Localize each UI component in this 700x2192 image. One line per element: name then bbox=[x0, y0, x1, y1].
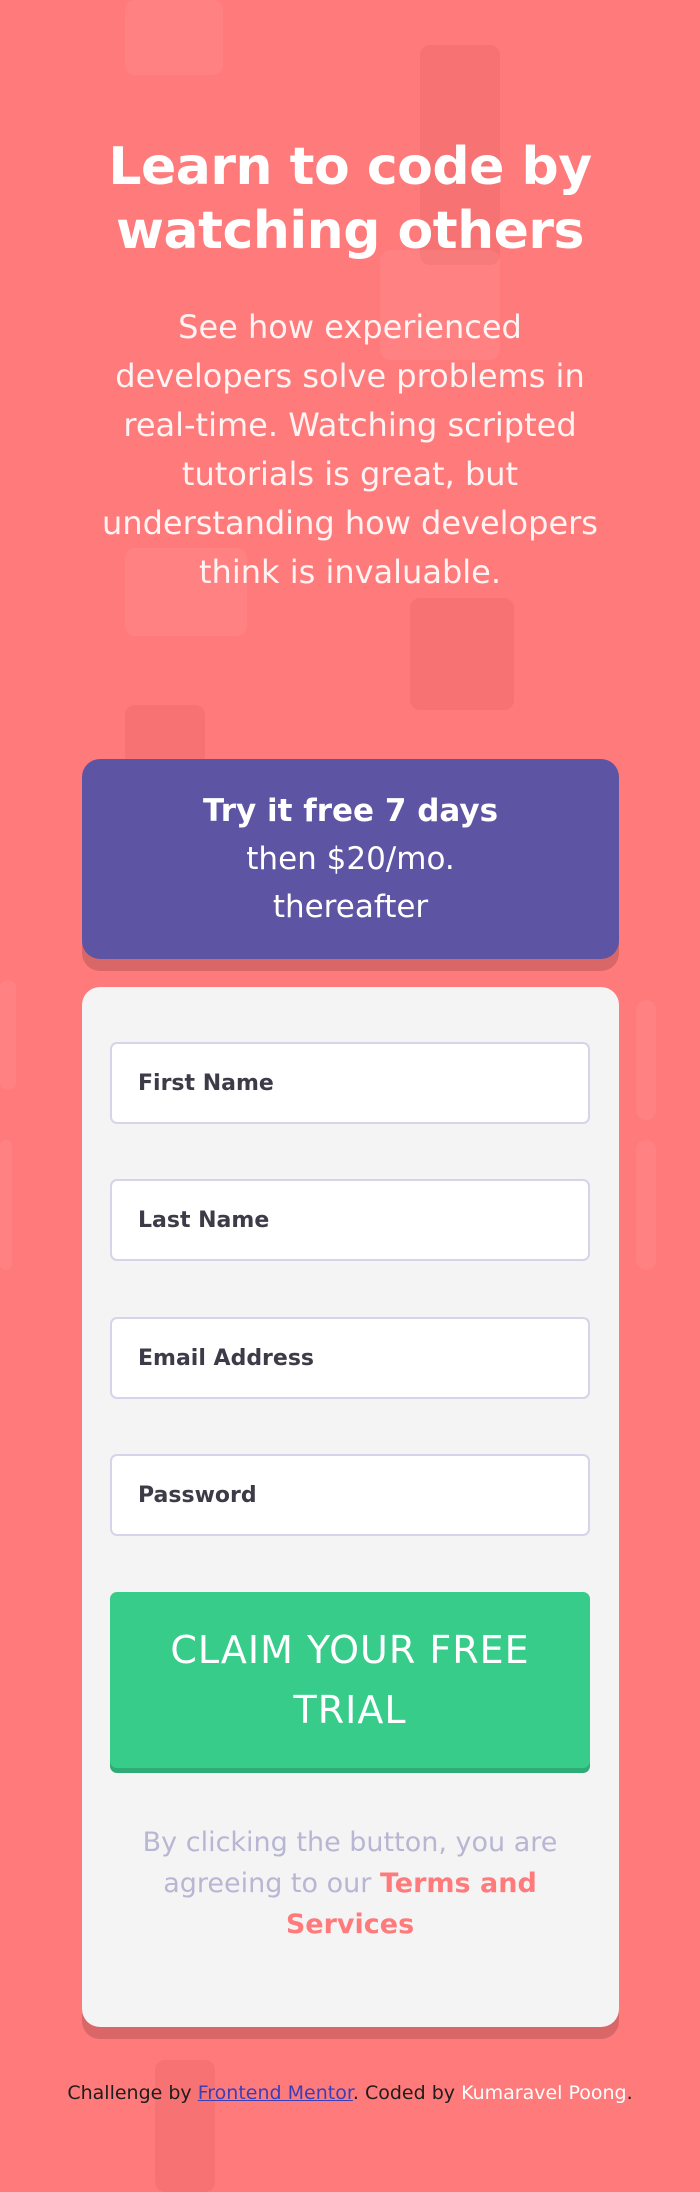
footer-suffix: . bbox=[626, 2082, 633, 2104]
author-name: Kumaravel Poong bbox=[461, 2082, 627, 2104]
offer-price-text: then $20/mo. thereafter bbox=[246, 841, 455, 925]
terms-notice: By clicking the button, you are agreeing… bbox=[110, 1822, 590, 1945]
footer-prefix: Challenge by bbox=[67, 2082, 192, 2104]
attribution-footer: Challenge by Frontend Mentor. Coded by K… bbox=[0, 2082, 700, 2104]
password-input[interactable] bbox=[110, 1454, 590, 1536]
page-title: Learn to code by watching others bbox=[108, 137, 592, 261]
first-name-input[interactable] bbox=[110, 1042, 590, 1124]
hero-section: Learn to code by watching others See how… bbox=[0, 135, 700, 597]
offer-highlight: Try it free 7 days bbox=[202, 793, 499, 829]
last-name-input[interactable] bbox=[110, 1179, 590, 1261]
frontend-mentor-link[interactable]: Frontend Mentor bbox=[198, 2082, 353, 2104]
claim-free-trial-button[interactable]: CLAIM YOUR FREE TRIAL bbox=[110, 1592, 590, 1768]
footer-middle: . Coded by bbox=[352, 2082, 456, 2104]
signup-form: CLAIM YOUR FREE TRIAL By clicking the bu… bbox=[82, 987, 619, 2027]
trial-offer-banner: Try it free 7 days then $20/mo. thereaft… bbox=[82, 759, 619, 959]
hero-description: See how experienced developers solve pro… bbox=[102, 308, 598, 591]
email-input[interactable] bbox=[110, 1317, 590, 1399]
